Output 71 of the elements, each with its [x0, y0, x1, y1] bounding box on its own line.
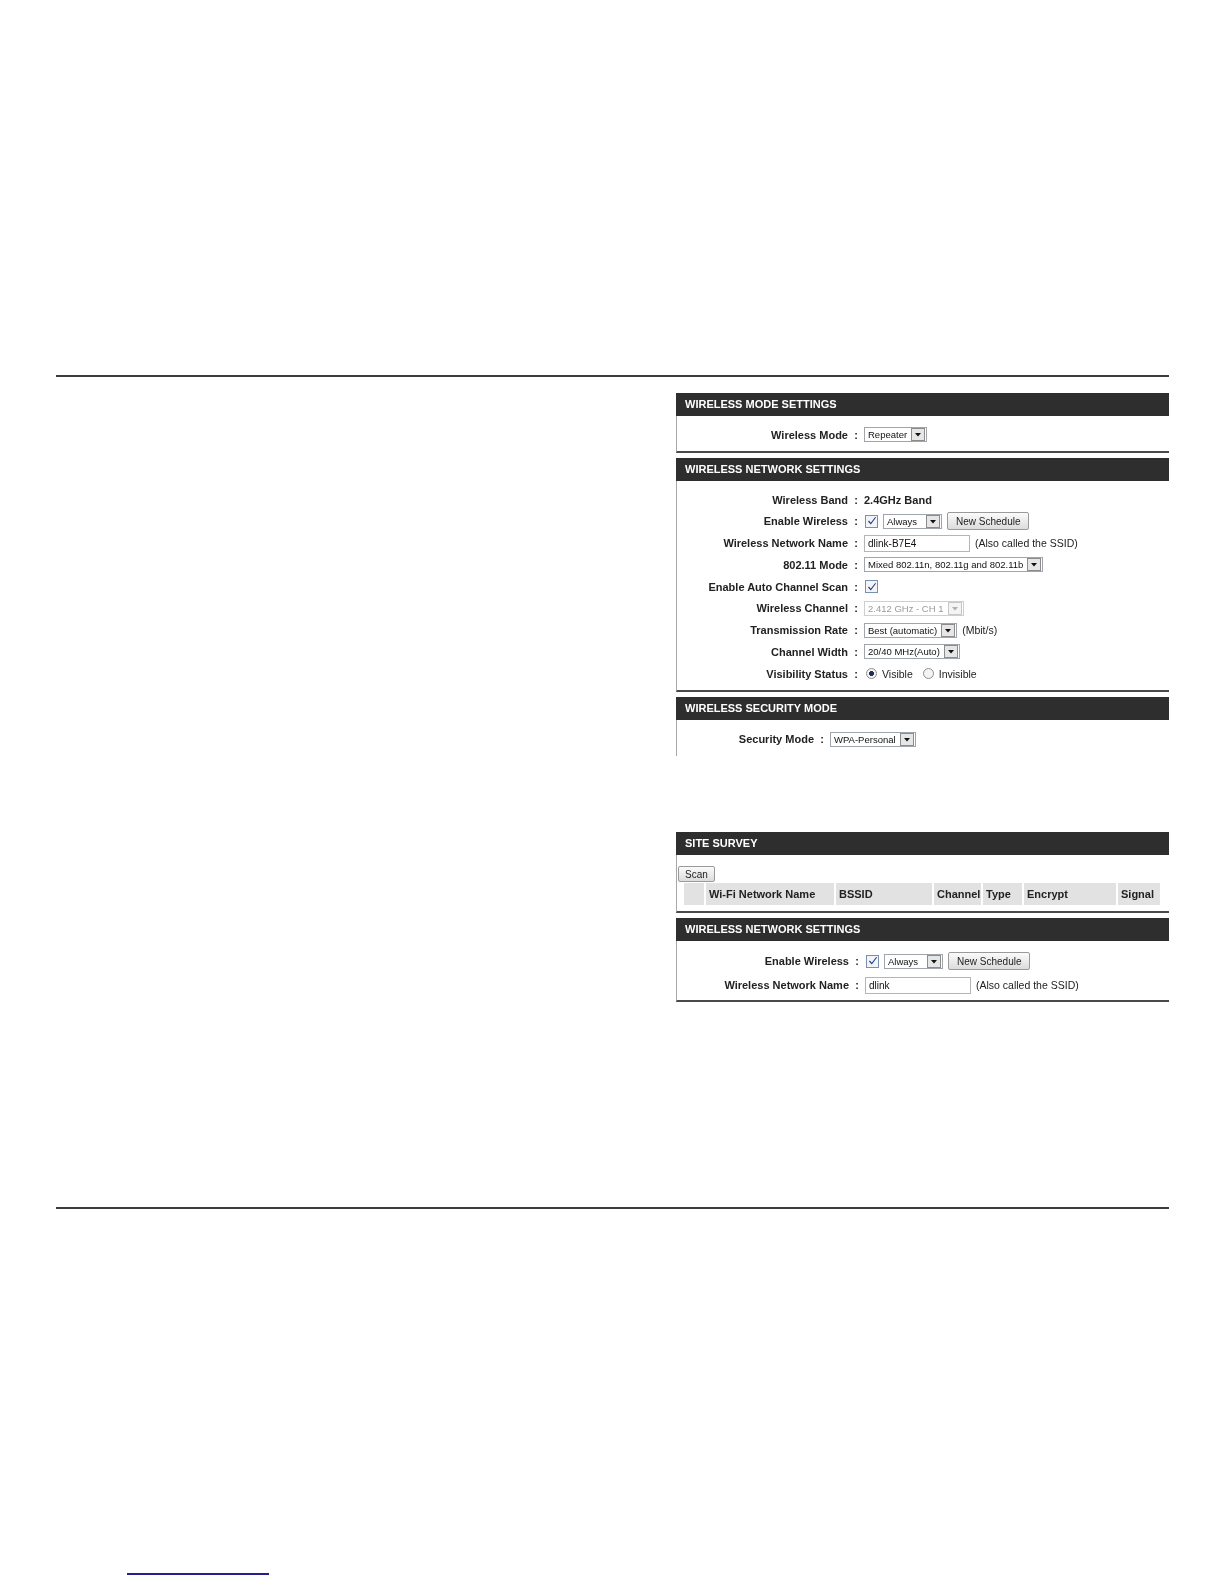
hint-text: (Also called the SSID) [976, 979, 1079, 992]
hint-text: (Mbit/s) [962, 624, 998, 637]
label-separator: : [819, 733, 825, 746]
dropdown[interactable]: Best (automatic) [864, 622, 958, 638]
new-schedule-button[interactable]: New Schedule [947, 512, 1030, 531]
radio-label[interactable]: Invisible [938, 667, 977, 680]
field-label: Enable Auto Channel Scan [707, 580, 848, 593]
hint-text: (Also called the SSID) [975, 537, 1078, 550]
checkbox[interactable] [865, 580, 878, 594]
column-header: Encrypt [1024, 883, 1116, 906]
label-separator: : [853, 428, 859, 441]
column-header [684, 883, 704, 906]
section-header: WIRELESS NETWORK SETTINGS [676, 457, 1169, 481]
label-separator: : [853, 580, 859, 593]
field-label: Channel Width [770, 645, 848, 658]
field-label: Wireless Band [771, 493, 848, 506]
label-separator: : [853, 537, 859, 550]
field-label: Enable Wireless [763, 955, 849, 968]
field-value: 2.4GHz Band [864, 493, 932, 506]
radio-button[interactable] [922, 668, 934, 680]
dropdown[interactable]: WPA-Personal [830, 731, 916, 747]
checkbox[interactable] [865, 514, 878, 528]
field-label: Wireless Network Name [722, 537, 848, 550]
column-header: BSSID [836, 883, 932, 906]
field-label: Wireless Network Name [723, 979, 849, 992]
column-header: Wi-Fi Network Name [706, 883, 834, 906]
dropdown[interactable]: Always [884, 953, 943, 969]
radio-label[interactable]: Visible [882, 667, 913, 680]
field-label: Enable Wireless [762, 515, 848, 528]
scan-button[interactable]: Scan [678, 866, 715, 883]
label-separator: : [854, 979, 860, 992]
new-schedule-button[interactable]: New Schedule [948, 952, 1031, 971]
dropdown[interactable]: Always [883, 513, 942, 529]
field-label: 802.11 Mode [782, 558, 848, 571]
tick-icon [868, 957, 877, 966]
label-separator: : [853, 493, 859, 506]
label-separator: : [853, 624, 859, 637]
dropdown[interactable]: 20/40 MHz(Auto) [864, 644, 960, 660]
caret-icon[interactable] [911, 428, 926, 442]
caret-icon[interactable] [899, 732, 914, 746]
field-label: Transmission Rate [749, 624, 848, 637]
label-separator: : [853, 667, 859, 680]
caret-icon[interactable] [943, 645, 958, 659]
section-header: WIRELESS MODE SETTINGS [676, 393, 1169, 416]
caret-icon[interactable] [941, 623, 956, 637]
caret-icon[interactable] [1027, 558, 1042, 572]
column-header: Signal [1118, 883, 1160, 906]
label-separator: : [854, 955, 860, 968]
dropdown[interactable]: Mixed 802.11n, 802.11g and 802.11b [864, 557, 1044, 573]
column-header: Channel [934, 883, 981, 906]
label-separator: : [853, 558, 859, 571]
label-separator: : [853, 602, 859, 615]
checkbox[interactable] [866, 954, 879, 968]
label-separator: : [853, 515, 859, 528]
text-input[interactable]: dlink [865, 976, 971, 994]
label-separator: : [853, 645, 859, 658]
dropdown[interactable]: Repeater [864, 427, 928, 443]
section-header: SITE SURVEY [676, 832, 1169, 856]
text-input[interactable]: dlink-B7E4 [864, 534, 970, 552]
radio-button[interactable] [866, 668, 877, 680]
tick-icon [867, 517, 876, 526]
section-header: WIRELESS NETWORK SETTINGS [676, 918, 1169, 942]
tick-icon [867, 582, 876, 591]
field-label: Visibility Status [765, 667, 848, 680]
field-label: Wireless Channel [755, 602, 848, 615]
caret-icon[interactable] [927, 954, 941, 968]
caret-icon[interactable] [926, 514, 940, 528]
column-header: Type [983, 883, 1022, 906]
field-label: Security Mode [737, 733, 814, 746]
field-label: Wireless Mode [770, 428, 848, 441]
section-header: WIRELESS SECURITY MODE [676, 696, 1169, 720]
